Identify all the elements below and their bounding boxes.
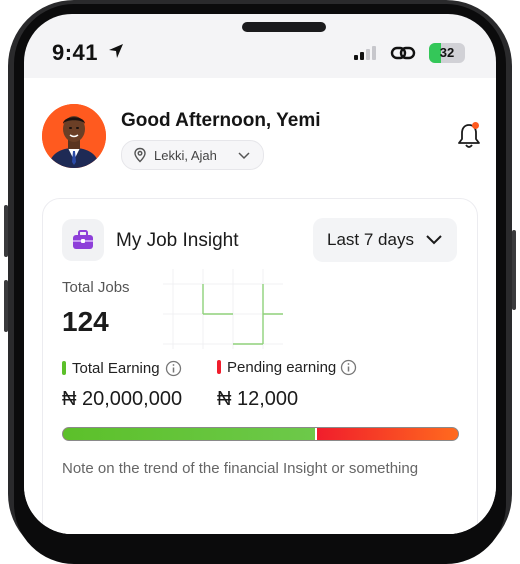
info-icon[interactable] — [165, 360, 182, 377]
pending-earning-marker — [217, 360, 221, 374]
total-earning-marker — [62, 361, 66, 375]
card-title: My Job Insight — [116, 230, 239, 251]
chevron-down-icon — [426, 235, 442, 245]
greeting-text: Good Afternoon, Yemi — [121, 110, 321, 131]
battery-level: 32 — [439, 45, 455, 60]
chevron-down-icon — [238, 152, 250, 160]
total-jobs-label: Total Jobs — [62, 279, 130, 296]
job-insight-card: My Job Insight Last 7 days Total Jobs 12… — [42, 198, 478, 534]
pending-earning-value: ₦ 12,000 — [217, 388, 299, 410]
avatar[interactable] — [42, 104, 106, 168]
progress-divider — [314, 428, 317, 440]
home-content: Good Afternoon, Yemi Lekki, Ajah My Job … — [24, 78, 496, 534]
pending-earning-label: Pending earning — [227, 359, 337, 376]
location-label: Lekki, Ajah — [154, 147, 217, 163]
battery-icon: 32 — [429, 43, 465, 63]
phone-screen: 9:41 32 Good Afternoon, Yemi Lekki, Ajah… — [24, 14, 496, 534]
location-arrow-icon — [109, 44, 123, 58]
grid-decoration — [163, 269, 283, 349]
map-pin-icon — [134, 147, 146, 163]
location-selector[interactable]: Lekki, Ajah — [121, 140, 264, 170]
pending-earning-segment — [315, 428, 458, 440]
briefcase-icon — [62, 219, 104, 261]
profile-photo — [42, 104, 106, 168]
volume-up-button — [4, 205, 8, 257]
total-jobs-value: 124 — [62, 306, 109, 337]
total-earning-segment — [63, 428, 316, 440]
notification-badge — [472, 122, 479, 129]
status-time: 9:41 — [52, 40, 99, 65]
info-icon[interactable] — [340, 359, 357, 376]
signal-icon — [354, 46, 376, 60]
total-earning-value: ₦ 20,000,000 — [62, 388, 183, 410]
total-earning-label: Total Earning — [72, 360, 160, 377]
earning-progress-bar — [62, 427, 459, 441]
volume-down-button — [4, 280, 8, 332]
period-label: Last 7 days — [327, 230, 414, 249]
power-button — [512, 230, 516, 310]
status-bar: 9:41 32 — [24, 14, 496, 78]
insight-note: Note on the trend of the financial Insig… — [62, 460, 419, 477]
link-icon — [390, 46, 416, 60]
period-dropdown[interactable]: Last 7 days — [313, 218, 457, 262]
